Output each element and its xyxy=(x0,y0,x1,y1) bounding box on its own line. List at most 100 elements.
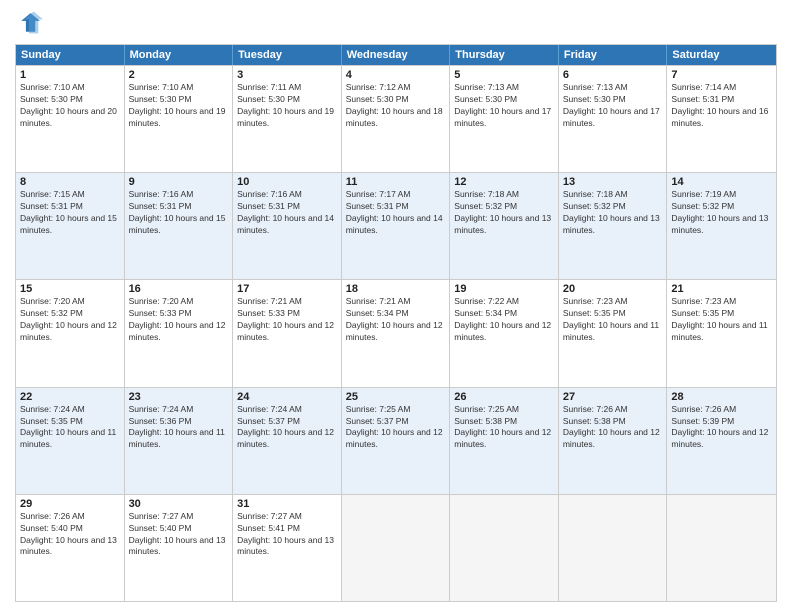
cell-day-number: 5 xyxy=(454,69,554,81)
cal-header-cell: Saturday xyxy=(667,45,776,65)
cell-day-number: 12 xyxy=(454,176,554,188)
cell-info: Sunrise: 7:13 AM Sunset: 5:30 PM Dayligh… xyxy=(563,82,663,130)
cell-info: Sunrise: 7:17 AM Sunset: 5:31 PM Dayligh… xyxy=(346,189,446,237)
cal-cell: 4Sunrise: 7:12 AM Sunset: 5:30 PM Daylig… xyxy=(342,66,451,172)
cell-info: Sunrise: 7:25 AM Sunset: 5:37 PM Dayligh… xyxy=(346,404,446,452)
cal-header-cell: Monday xyxy=(125,45,234,65)
header xyxy=(15,10,777,38)
cal-cell: 14Sunrise: 7:19 AM Sunset: 5:32 PM Dayli… xyxy=(667,173,776,279)
cell-info: Sunrise: 7:27 AM Sunset: 5:40 PM Dayligh… xyxy=(129,511,229,559)
calendar-row: 22Sunrise: 7:24 AM Sunset: 5:35 PM Dayli… xyxy=(16,387,776,494)
cell-day-number: 15 xyxy=(20,283,120,295)
cell-day-number: 16 xyxy=(129,283,229,295)
cell-day-number: 28 xyxy=(671,391,772,403)
cell-day-number: 2 xyxy=(129,69,229,81)
calendar-row: 15Sunrise: 7:20 AM Sunset: 5:32 PM Dayli… xyxy=(16,279,776,386)
cal-cell: 13Sunrise: 7:18 AM Sunset: 5:32 PM Dayli… xyxy=(559,173,668,279)
cell-day-number: 14 xyxy=(671,176,772,188)
cal-cell: 11Sunrise: 7:17 AM Sunset: 5:31 PM Dayli… xyxy=(342,173,451,279)
cell-info: Sunrise: 7:26 AM Sunset: 5:38 PM Dayligh… xyxy=(563,404,663,452)
cell-info: Sunrise: 7:18 AM Sunset: 5:32 PM Dayligh… xyxy=(563,189,663,237)
page: SundayMondayTuesdayWednesdayThursdayFrid… xyxy=(0,0,792,612)
cell-day-number: 13 xyxy=(563,176,663,188)
cal-cell: 20Sunrise: 7:23 AM Sunset: 5:35 PM Dayli… xyxy=(559,280,668,386)
cal-cell: 26Sunrise: 7:25 AM Sunset: 5:38 PM Dayli… xyxy=(450,388,559,494)
cell-day-number: 1 xyxy=(20,69,120,81)
cell-info: Sunrise: 7:23 AM Sunset: 5:35 PM Dayligh… xyxy=(563,296,663,344)
cal-header-cell: Thursday xyxy=(450,45,559,65)
cell-day-number: 23 xyxy=(129,391,229,403)
cell-info: Sunrise: 7:16 AM Sunset: 5:31 PM Dayligh… xyxy=(129,189,229,237)
cell-info: Sunrise: 7:18 AM Sunset: 5:32 PM Dayligh… xyxy=(454,189,554,237)
logo-icon xyxy=(15,10,43,38)
cal-cell xyxy=(667,495,776,601)
cell-info: Sunrise: 7:16 AM Sunset: 5:31 PM Dayligh… xyxy=(237,189,337,237)
cell-day-number: 22 xyxy=(20,391,120,403)
cell-day-number: 18 xyxy=(346,283,446,295)
cell-info: Sunrise: 7:22 AM Sunset: 5:34 PM Dayligh… xyxy=(454,296,554,344)
cell-day-number: 26 xyxy=(454,391,554,403)
cell-info: Sunrise: 7:14 AM Sunset: 5:31 PM Dayligh… xyxy=(671,82,772,130)
cell-day-number: 17 xyxy=(237,283,337,295)
cal-cell: 28Sunrise: 7:26 AM Sunset: 5:39 PM Dayli… xyxy=(667,388,776,494)
cell-info: Sunrise: 7:26 AM Sunset: 5:40 PM Dayligh… xyxy=(20,511,120,559)
cell-day-number: 27 xyxy=(563,391,663,403)
cell-info: Sunrise: 7:11 AM Sunset: 5:30 PM Dayligh… xyxy=(237,82,337,130)
cell-day-number: 3 xyxy=(237,69,337,81)
cell-info: Sunrise: 7:26 AM Sunset: 5:39 PM Dayligh… xyxy=(671,404,772,452)
cal-cell: 16Sunrise: 7:20 AM Sunset: 5:33 PM Dayli… xyxy=(125,280,234,386)
cell-day-number: 25 xyxy=(346,391,446,403)
cell-info: Sunrise: 7:25 AM Sunset: 5:38 PM Dayligh… xyxy=(454,404,554,452)
cal-cell: 22Sunrise: 7:24 AM Sunset: 5:35 PM Dayli… xyxy=(16,388,125,494)
cell-day-number: 11 xyxy=(346,176,446,188)
cell-info: Sunrise: 7:12 AM Sunset: 5:30 PM Dayligh… xyxy=(346,82,446,130)
cell-day-number: 8 xyxy=(20,176,120,188)
cal-cell: 29Sunrise: 7:26 AM Sunset: 5:40 PM Dayli… xyxy=(16,495,125,601)
cal-cell: 15Sunrise: 7:20 AM Sunset: 5:32 PM Dayli… xyxy=(16,280,125,386)
cell-day-number: 9 xyxy=(129,176,229,188)
cal-cell: 2Sunrise: 7:10 AM Sunset: 5:30 PM Daylig… xyxy=(125,66,234,172)
cal-header-cell: Wednesday xyxy=(342,45,451,65)
cal-cell xyxy=(559,495,668,601)
calendar-row: 8Sunrise: 7:15 AM Sunset: 5:31 PM Daylig… xyxy=(16,172,776,279)
cell-info: Sunrise: 7:23 AM Sunset: 5:35 PM Dayligh… xyxy=(671,296,772,344)
calendar: SundayMondayTuesdayWednesdayThursdayFrid… xyxy=(15,44,777,602)
cal-cell: 1Sunrise: 7:10 AM Sunset: 5:30 PM Daylig… xyxy=(16,66,125,172)
cell-info: Sunrise: 7:21 AM Sunset: 5:33 PM Dayligh… xyxy=(237,296,337,344)
cell-info: Sunrise: 7:15 AM Sunset: 5:31 PM Dayligh… xyxy=(20,189,120,237)
calendar-body: 1Sunrise: 7:10 AM Sunset: 5:30 PM Daylig… xyxy=(16,65,776,601)
cal-cell: 9Sunrise: 7:16 AM Sunset: 5:31 PM Daylig… xyxy=(125,173,234,279)
cal-cell: 31Sunrise: 7:27 AM Sunset: 5:41 PM Dayli… xyxy=(233,495,342,601)
cal-header-cell: Friday xyxy=(559,45,668,65)
cal-cell: 25Sunrise: 7:25 AM Sunset: 5:37 PM Dayli… xyxy=(342,388,451,494)
cell-info: Sunrise: 7:10 AM Sunset: 5:30 PM Dayligh… xyxy=(20,82,120,130)
cell-day-number: 29 xyxy=(20,498,120,510)
cell-day-number: 19 xyxy=(454,283,554,295)
cell-day-number: 6 xyxy=(563,69,663,81)
cell-day-number: 31 xyxy=(237,498,337,510)
cal-header-cell: Tuesday xyxy=(233,45,342,65)
cell-info: Sunrise: 7:20 AM Sunset: 5:32 PM Dayligh… xyxy=(20,296,120,344)
cal-cell: 18Sunrise: 7:21 AM Sunset: 5:34 PM Dayli… xyxy=(342,280,451,386)
cal-cell: 3Sunrise: 7:11 AM Sunset: 5:30 PM Daylig… xyxy=(233,66,342,172)
cell-info: Sunrise: 7:21 AM Sunset: 5:34 PM Dayligh… xyxy=(346,296,446,344)
cal-cell xyxy=(342,495,451,601)
cell-info: Sunrise: 7:20 AM Sunset: 5:33 PM Dayligh… xyxy=(129,296,229,344)
cell-info: Sunrise: 7:24 AM Sunset: 5:35 PM Dayligh… xyxy=(20,404,120,452)
cell-info: Sunrise: 7:19 AM Sunset: 5:32 PM Dayligh… xyxy=(671,189,772,237)
cal-cell xyxy=(450,495,559,601)
cal-cell: 8Sunrise: 7:15 AM Sunset: 5:31 PM Daylig… xyxy=(16,173,125,279)
cal-cell: 6Sunrise: 7:13 AM Sunset: 5:30 PM Daylig… xyxy=(559,66,668,172)
cal-cell: 24Sunrise: 7:24 AM Sunset: 5:37 PM Dayli… xyxy=(233,388,342,494)
cal-cell: 7Sunrise: 7:14 AM Sunset: 5:31 PM Daylig… xyxy=(667,66,776,172)
cell-day-number: 10 xyxy=(237,176,337,188)
cal-cell: 30Sunrise: 7:27 AM Sunset: 5:40 PM Dayli… xyxy=(125,495,234,601)
cell-day-number: 4 xyxy=(346,69,446,81)
cal-cell: 19Sunrise: 7:22 AM Sunset: 5:34 PM Dayli… xyxy=(450,280,559,386)
cell-day-number: 24 xyxy=(237,391,337,403)
cell-info: Sunrise: 7:27 AM Sunset: 5:41 PM Dayligh… xyxy=(237,511,337,559)
cell-day-number: 20 xyxy=(563,283,663,295)
cell-info: Sunrise: 7:13 AM Sunset: 5:30 PM Dayligh… xyxy=(454,82,554,130)
cal-cell: 23Sunrise: 7:24 AM Sunset: 5:36 PM Dayli… xyxy=(125,388,234,494)
cal-cell: 5Sunrise: 7:13 AM Sunset: 5:30 PM Daylig… xyxy=(450,66,559,172)
